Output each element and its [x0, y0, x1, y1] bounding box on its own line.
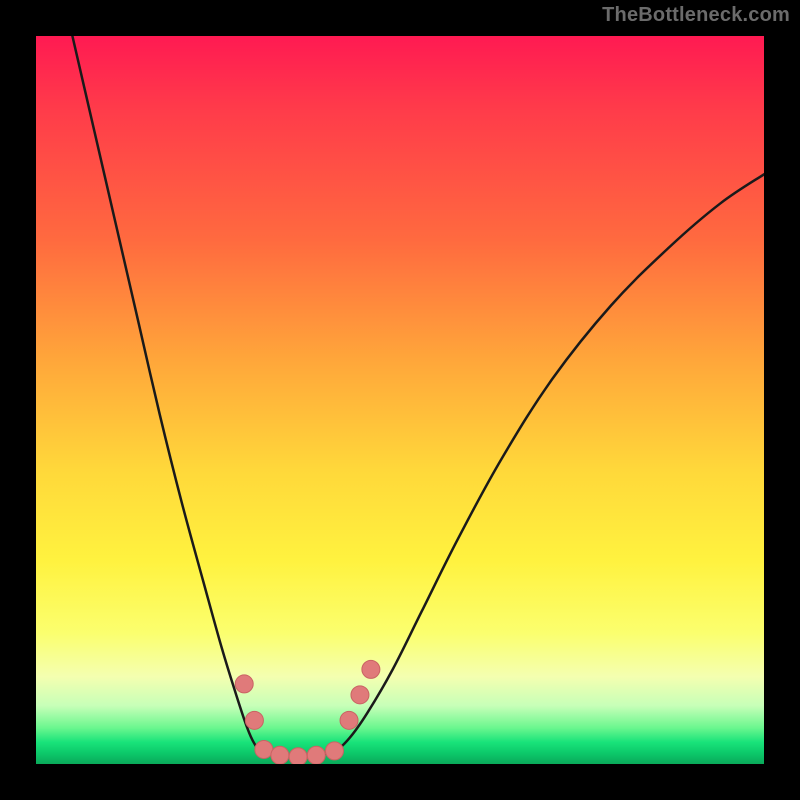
chart-marker: [289, 748, 307, 764]
chart-marker: [325, 742, 343, 760]
watermark-text: TheBottleneck.com: [602, 4, 790, 27]
chart-marker: [340, 711, 358, 729]
chart-marker: [271, 746, 289, 764]
chart-marker: [307, 746, 325, 764]
chart-marker: [235, 675, 253, 693]
chart-marker: [245, 711, 263, 729]
chart-plot-area: [36, 36, 764, 764]
chart-frame: TheBottleneck.com: [0, 0, 800, 800]
chart-svg: [36, 36, 764, 764]
chart-marker: [255, 740, 273, 758]
chart-marker: [362, 660, 380, 678]
chart-markers: [235, 660, 380, 764]
chart-curve: [72, 36, 764, 757]
chart-marker: [351, 686, 369, 704]
